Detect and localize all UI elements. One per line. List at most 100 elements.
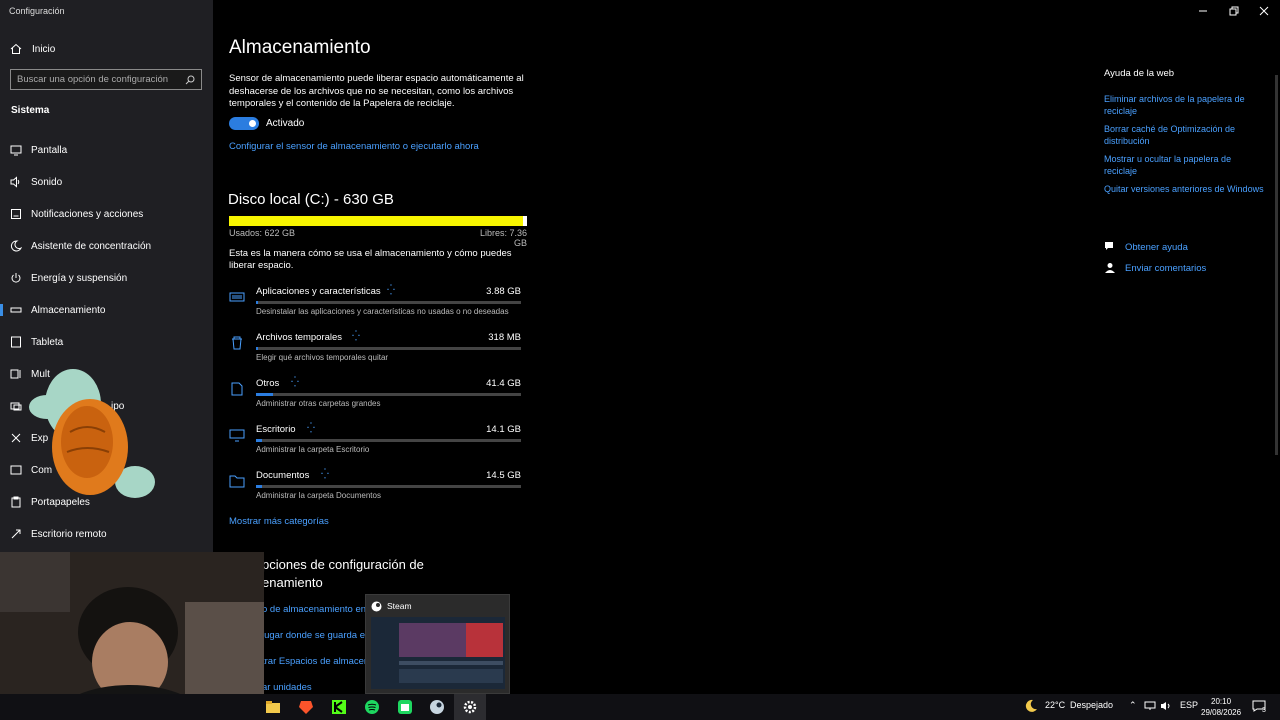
desktop-icon — [229, 429, 245, 442]
sidebar-item-label: Tableta — [31, 336, 64, 348]
sticker-image — [29, 369, 155, 498]
category-others[interactable]: Otros ⁛ 41.4 GB Administrar otras carpet… — [229, 377, 524, 418]
remote-icon — [11, 529, 21, 539]
feedback-link[interactable]: Enviar comentarios — [1104, 262, 1206, 274]
moon-icon — [10, 240, 22, 252]
steam-preview[interactable]: Steam — [365, 594, 510, 694]
multitask-icon — [10, 369, 21, 379]
brave-button[interactable] — [297, 698, 315, 716]
folder-icon — [266, 701, 280, 713]
android-icon — [398, 700, 412, 714]
sidebar-item-energia[interactable]: Energía y suspensión — [0, 266, 213, 290]
steam-taskbar-button[interactable] — [428, 698, 446, 716]
sidebar-item-tableta[interactable]: Tableta — [0, 330, 213, 354]
steam-window-thumbnail — [371, 617, 505, 689]
more-options-title: pciones de configuración de enamiento — [262, 557, 424, 590]
sidebar-item-concentracion[interactable]: Asistente de concentración — [0, 234, 213, 258]
close-button[interactable] — [1249, 3, 1279, 19]
help-link[interactable]: Eliminar archivos de la papelera de reci… — [1104, 93, 1264, 117]
clock-time[interactable]: 20:10 — [1211, 697, 1231, 706]
sensor-description: Sensor de almacenamiento puede liberar e… — [229, 73, 524, 109]
app-button-green[interactable] — [330, 698, 348, 716]
storage-icon — [10, 307, 22, 313]
category-temp-files[interactable]: Archivos temporales ⁛ 318 MB Elegir qué … — [229, 331, 524, 372]
file-explorer-button[interactable] — [264, 698, 282, 716]
category-name: Documentos — [256, 470, 310, 481]
search-box[interactable] — [10, 69, 202, 90]
language-indicator[interactable]: ESP — [1180, 700, 1198, 710]
spotify-icon — [365, 700, 379, 714]
get-help-link[interactable]: Obtener ayuda — [1104, 241, 1188, 253]
home-icon — [10, 43, 22, 54]
option-link[interactable]: ar unidades — [262, 682, 312, 693]
category-bar — [256, 301, 521, 304]
kick-icon — [332, 700, 346, 714]
option-link[interactable]: lugar donde se guarda e — [262, 630, 365, 641]
weather-text[interactable]: Despejado — [1070, 700, 1113, 710]
apps-icon — [229, 292, 245, 302]
category-size: 318 MB — [488, 332, 521, 343]
category-documents[interactable]: Documentos ⁛ 14.5 GB Administrar la carp… — [229, 469, 524, 510]
loading-icon: ⁛ — [387, 285, 395, 296]
home-label: Inicio — [32, 43, 56, 55]
option-link[interactable]: trar Espacios de almacen — [262, 656, 369, 667]
help-link[interactable]: Quitar versiones anteriores de Windows — [1104, 183, 1264, 195]
monitor-icon — [10, 145, 22, 156]
weather-temp[interactable]: 22°C — [1045, 700, 1065, 710]
get-help-label: Obtener ayuda — [1125, 241, 1188, 253]
help-title: Ayuda de la web — [1104, 68, 1175, 79]
steam-preview-label: Steam — [387, 601, 412, 611]
category-bar-fill — [256, 301, 259, 304]
category-desktop[interactable]: Escritorio ⁛ 14.1 GB Administrar la carp… — [229, 423, 524, 464]
loading-icon: ⁛ — [291, 377, 299, 388]
spotify-button[interactable] — [363, 698, 381, 716]
feedback-label: Enviar comentarios — [1125, 262, 1207, 274]
storage-sensor-toggle[interactable] — [229, 117, 259, 130]
category-bar-fill — [256, 485, 263, 488]
category-name: Escritorio — [256, 424, 296, 435]
app-button-android[interactable] — [396, 698, 414, 716]
sidebar-item-pantalla[interactable]: Pantalla — [0, 138, 213, 162]
speaker-icon[interactable] — [1160, 701, 1172, 711]
sidebar-item-notificaciones[interactable]: Notificaciones y acciones — [0, 202, 213, 226]
loading-icon: ⁛ — [321, 469, 329, 480]
option-link[interactable]: o de almacenamiento en — [262, 604, 366, 615]
clipboard-icon — [11, 496, 21, 508]
category-apps[interactable]: Aplicaciones y características ⁛ 3.88 GB… — [229, 285, 524, 326]
network-icon[interactable] — [1144, 701, 1156, 711]
disk-usage-bar — [229, 216, 527, 226]
notification-count: 3 — [1262, 707, 1266, 714]
category-bar — [256, 393, 521, 396]
help-link[interactable]: Mostrar u ocultar la papelera de recicla… — [1104, 153, 1264, 177]
settings-window: Configuración Inicio Sistema Pantalla So… — [0, 0, 1280, 720]
home-link[interactable]: Inicio — [10, 42, 55, 56]
web-help-panel: Ayuda de la web Eliminar archivos de la … — [1104, 68, 1264, 201]
chat-help-icon — [1105, 242, 1113, 250]
restore-icon — [1229, 6, 1239, 16]
share-icon — [11, 433, 21, 443]
category-name: Otros — [256, 378, 280, 389]
clock-date[interactable]: 29/08/2026 — [1201, 708, 1241, 717]
help-link[interactable]: Borrar caché de Optimización de distribu… — [1104, 123, 1264, 147]
search-input[interactable] — [17, 74, 185, 85]
configure-sensor-link[interactable]: Configurar el sensor de almacenamiento o… — [229, 141, 479, 152]
sidebar-item-almacenamiento[interactable]: Almacenamiento — [0, 298, 213, 322]
search-icon[interactable] — [185, 75, 195, 85]
sidebar-item-label: Notificaciones y acciones — [31, 208, 144, 220]
notification-icon — [11, 209, 21, 219]
sidebar-item-escritorio-remoto[interactable]: Escritorio remoto — [0, 522, 213, 546]
restore-button[interactable] — [1219, 3, 1249, 19]
sidebar-item-label: Sonido — [31, 176, 63, 188]
sidebar-item-label: Energía y suspensión — [31, 272, 128, 284]
chevron-up-icon[interactable]: ⌃ — [1129, 700, 1137, 711]
close-icon — [1259, 6, 1269, 16]
steam-icon — [430, 700, 444, 714]
show-more-categories-link[interactable]: Mostrar más categorías — [229, 516, 329, 527]
projector-icon — [10, 402, 22, 411]
minimize-button[interactable] — [1188, 3, 1218, 19]
sidebar-item-sonido[interactable]: Sonido — [0, 170, 213, 194]
settings-taskbar-button[interactable] — [454, 694, 486, 720]
category-subtext: Administrar la carpeta Documentos — [256, 491, 381, 500]
scrollbar[interactable] — [1275, 75, 1278, 455]
toggle-label: Activado — [266, 118, 305, 129]
